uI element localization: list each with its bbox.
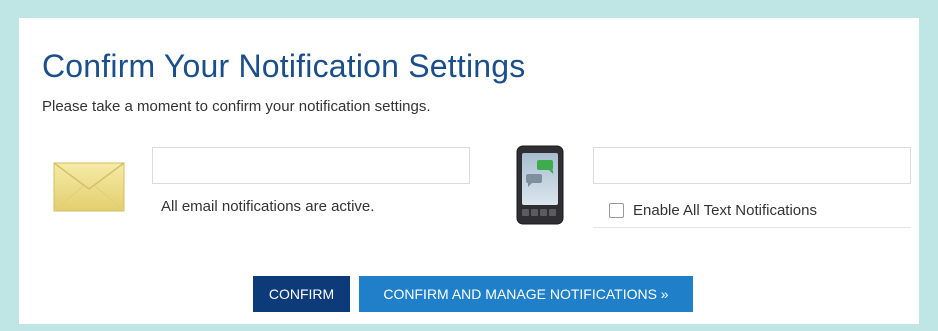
text-notifications-option: Enable All Text Notifications: [593, 194, 911, 228]
mobile-phone-icon: [516, 145, 564, 225]
envelope-icon: [53, 162, 125, 212]
enable-text-notifications-label[interactable]: Enable All Text Notifications: [633, 202, 817, 219]
confirm-button[interactable]: CONFIRM: [253, 276, 350, 312]
page-subtitle: Please take a moment to confirm your not…: [42, 98, 431, 115]
enable-text-notifications-checkbox[interactable]: [609, 203, 624, 218]
email-field[interactable]: [152, 147, 470, 184]
notification-settings-card: Confirm Your Notification Settings Pleas…: [19, 18, 919, 324]
page-title: Confirm Your Notification Settings: [42, 48, 526, 84]
confirm-and-manage-button[interactable]: CONFIRM AND MANAGE NOTIFICATIONS »: [359, 276, 693, 312]
phone-number-field[interactable]: [593, 147, 911, 184]
email-status-text: All email notifications are active.: [161, 198, 375, 215]
